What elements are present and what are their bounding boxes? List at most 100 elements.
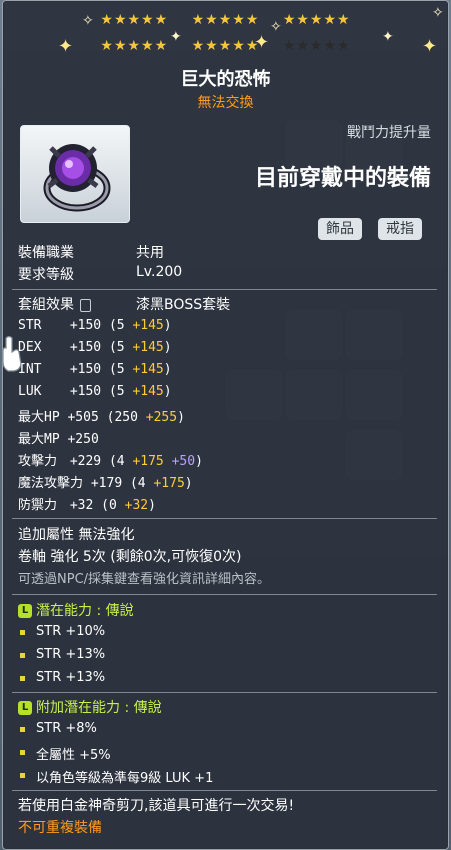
stat-name: LUK — [18, 384, 42, 399]
stat-row: STR +150 (5 +145) — [18, 318, 172, 333]
stat-row: 防禦力 +32 (0 +32) — [18, 494, 156, 513]
sparkle-icon: ✦ — [170, 29, 182, 45]
upgrade-hint: 可透過NPC/採集鍵查看強化資訊詳細內容。 — [18, 572, 271, 587]
stat-name: 魔法攻擊力 — [18, 476, 84, 491]
stat-star-bonus: +175 — [153, 476, 185, 491]
tag-accessory: 飾品 — [318, 218, 362, 240]
stat-star-bonus: +175 — [132, 454, 164, 469]
stat-row: 最大MP +250 — [18, 428, 99, 447]
stat-paren: ) — [163, 318, 172, 333]
potential-title: 潛在能力 : 傳說 — [36, 603, 134, 619]
sparkle-icon: ✧ — [432, 5, 444, 21]
stat-total: +179 — [90, 476, 123, 491]
stat-star-bonus: +32 — [124, 498, 149, 513]
stat-base: (5 — [108, 362, 125, 377]
stat-paren: ) — [184, 476, 193, 491]
set-effect-label: 套組效果 — [18, 297, 74, 313]
req-level-row: 要求等級 Lv.200 — [18, 264, 182, 284]
stat-row: DEX +150 (5 +145) — [18, 340, 172, 355]
legendary-badge-icon: L — [18, 701, 32, 715]
scissors-info: 若使用白金神奇剪刀,該道具可進行一次交易! — [18, 798, 295, 814]
lock-icon — [80, 298, 91, 312]
job-label: 裝備職業 — [18, 245, 74, 261]
stat-total: +150 — [69, 340, 102, 355]
combat-power-label: 戰鬥力提升量 — [347, 125, 431, 141]
stat-total: +150 — [69, 318, 102, 333]
divider — [12, 692, 437, 693]
stat-total: +229 — [69, 454, 102, 469]
stat-star-bonus: +255 — [145, 410, 178, 425]
stat-name: STR — [18, 318, 42, 333]
star-force-header: ★★★★★ ★★★★★ ★★★★★ ★★★★★ ★★★★★ ★★★★★ ✦ ✧ … — [0, 0, 451, 62]
req-level-value: Lv.200 — [136, 264, 183, 280]
job-value: 共用 — [136, 245, 164, 261]
bullet-icon — [20, 630, 25, 635]
stat-base: (4 — [129, 476, 146, 491]
sparkle-icon: ✦ — [254, 32, 270, 53]
item-image-frame — [20, 125, 130, 223]
divider — [12, 289, 437, 290]
potential-header: L 潛在能力 : 傳說 — [18, 600, 134, 620]
bonus-potential-line: STR +8% — [36, 721, 97, 736]
bullet-icon — [20, 750, 25, 755]
req-level-label: 要求等級 — [18, 267, 74, 283]
stat-paren: ) — [148, 498, 156, 513]
set-effect-value: 漆黑BOSS套裝 — [136, 297, 231, 313]
legendary-badge-icon: L — [18, 604, 32, 618]
dark-ring-icon — [43, 144, 111, 212]
set-effect-row: 套組效果 漆黑BOSS套裝 — [18, 294, 230, 314]
stat-base: (0 — [101, 498, 117, 513]
divider — [12, 518, 437, 519]
trade-status: 無法交換 — [197, 95, 254, 111]
stat-row: 攻擊力 +229 (4 +175 +50) — [18, 450, 203, 469]
sparkle-icon: ✦ — [58, 36, 74, 57]
potential-line: STR +13% — [36, 670, 106, 685]
currently-equipped-label: 目前穿戴中的裝備 — [254, 166, 431, 191]
bullet-icon — [20, 676, 25, 681]
bonus-potential-title: 附加潛在能力 : 傳說 — [36, 700, 162, 716]
bullet-icon — [20, 727, 25, 732]
star-row-top: ★★★★★ ★★★★★ ★★★★★ — [100, 12, 351, 28]
sparkle-icon: ✦ — [382, 29, 394, 45]
stat-name: DEX — [18, 340, 42, 355]
stat-paren: ) — [195, 454, 203, 469]
stat-row: LUK +150 (5 +145) — [18, 384, 172, 399]
stat-name: INT — [18, 362, 42, 377]
stat-total: +150 — [69, 384, 102, 399]
stat-scroll-bonus: +50 — [171, 454, 196, 469]
stat-star-bonus: +145 — [132, 362, 164, 377]
stat-total: +505 — [67, 410, 99, 425]
stat-row: INT +150 (5 +145) — [18, 362, 172, 377]
stat-total: +250 — [67, 432, 99, 447]
stat-name: 最大MP — [18, 432, 60, 447]
stat-name: 最大HP — [18, 410, 60, 425]
bullet-icon — [20, 773, 25, 778]
additional-attribute: 追加屬性 無法強化 — [18, 527, 135, 543]
stat-paren: ) — [177, 410, 185, 425]
stat-base: (5 — [108, 384, 125, 399]
stat-total: +32 — [69, 498, 94, 513]
stat-star-bonus: +145 — [132, 318, 164, 333]
stat-paren: ) — [163, 340, 172, 355]
hand-cursor-icon — [2, 335, 22, 372]
stat-base: (5 — [108, 340, 125, 355]
stat-base: (250 — [106, 410, 138, 425]
sparkle-icon: ✧ — [270, 19, 282, 35]
stat-row: 魔法攻擊力 +179 (4 +175) — [18, 472, 193, 491]
stat-row: 最大HP +505 (250 +255) — [18, 406, 185, 425]
bullet-icon — [20, 653, 25, 658]
stat-paren: ) — [163, 384, 172, 399]
job-row: 裝備職業 共用 — [18, 242, 164, 262]
scroll-upgrade: 卷軸 強化 5次 (剩餘0次,可恢復0次) — [18, 549, 242, 565]
stat-total: +150 — [69, 362, 102, 377]
stat-name: 攻擊力 — [18, 454, 58, 469]
divider — [12, 594, 437, 595]
potential-line: STR +13% — [36, 647, 106, 662]
item-name: 巨大的恐怖 — [180, 69, 271, 90]
stat-star-bonus: +145 — [132, 340, 164, 355]
bonus-potential-line: 全屬性 +5% — [36, 748, 111, 763]
stat-star-bonus: +145 — [132, 384, 164, 399]
potential-line: STR +10% — [36, 624, 106, 639]
stat-name: 防禦力 — [18, 498, 58, 513]
sparkle-icon: ✦ — [422, 36, 438, 57]
